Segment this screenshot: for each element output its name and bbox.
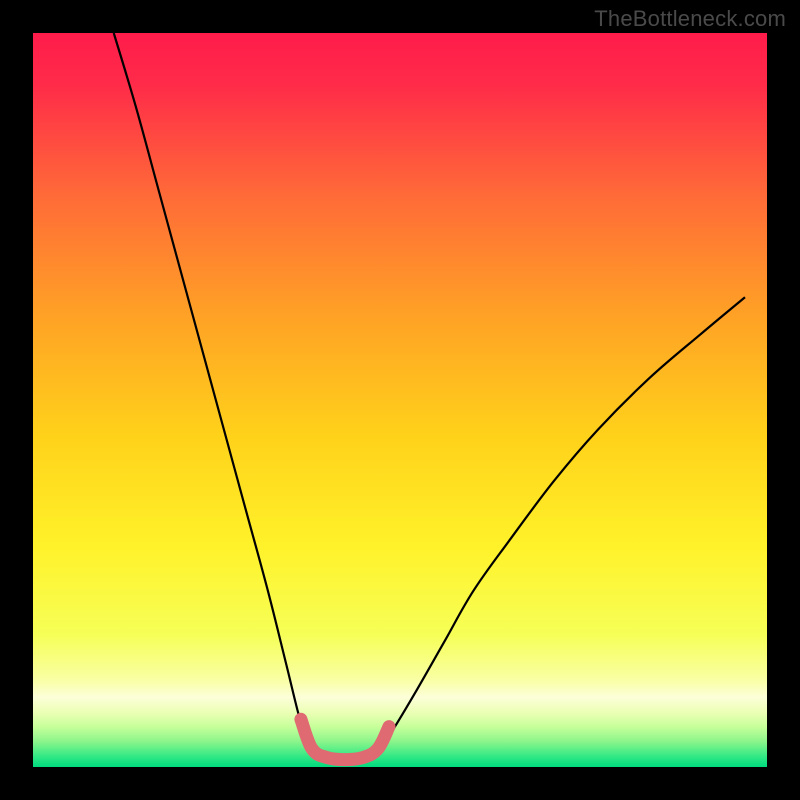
chart-frame: [0, 0, 800, 800]
plot-area: [33, 33, 767, 767]
chart-svg: [0, 0, 800, 800]
watermark-text: TheBottleneck.com: [594, 6, 786, 32]
